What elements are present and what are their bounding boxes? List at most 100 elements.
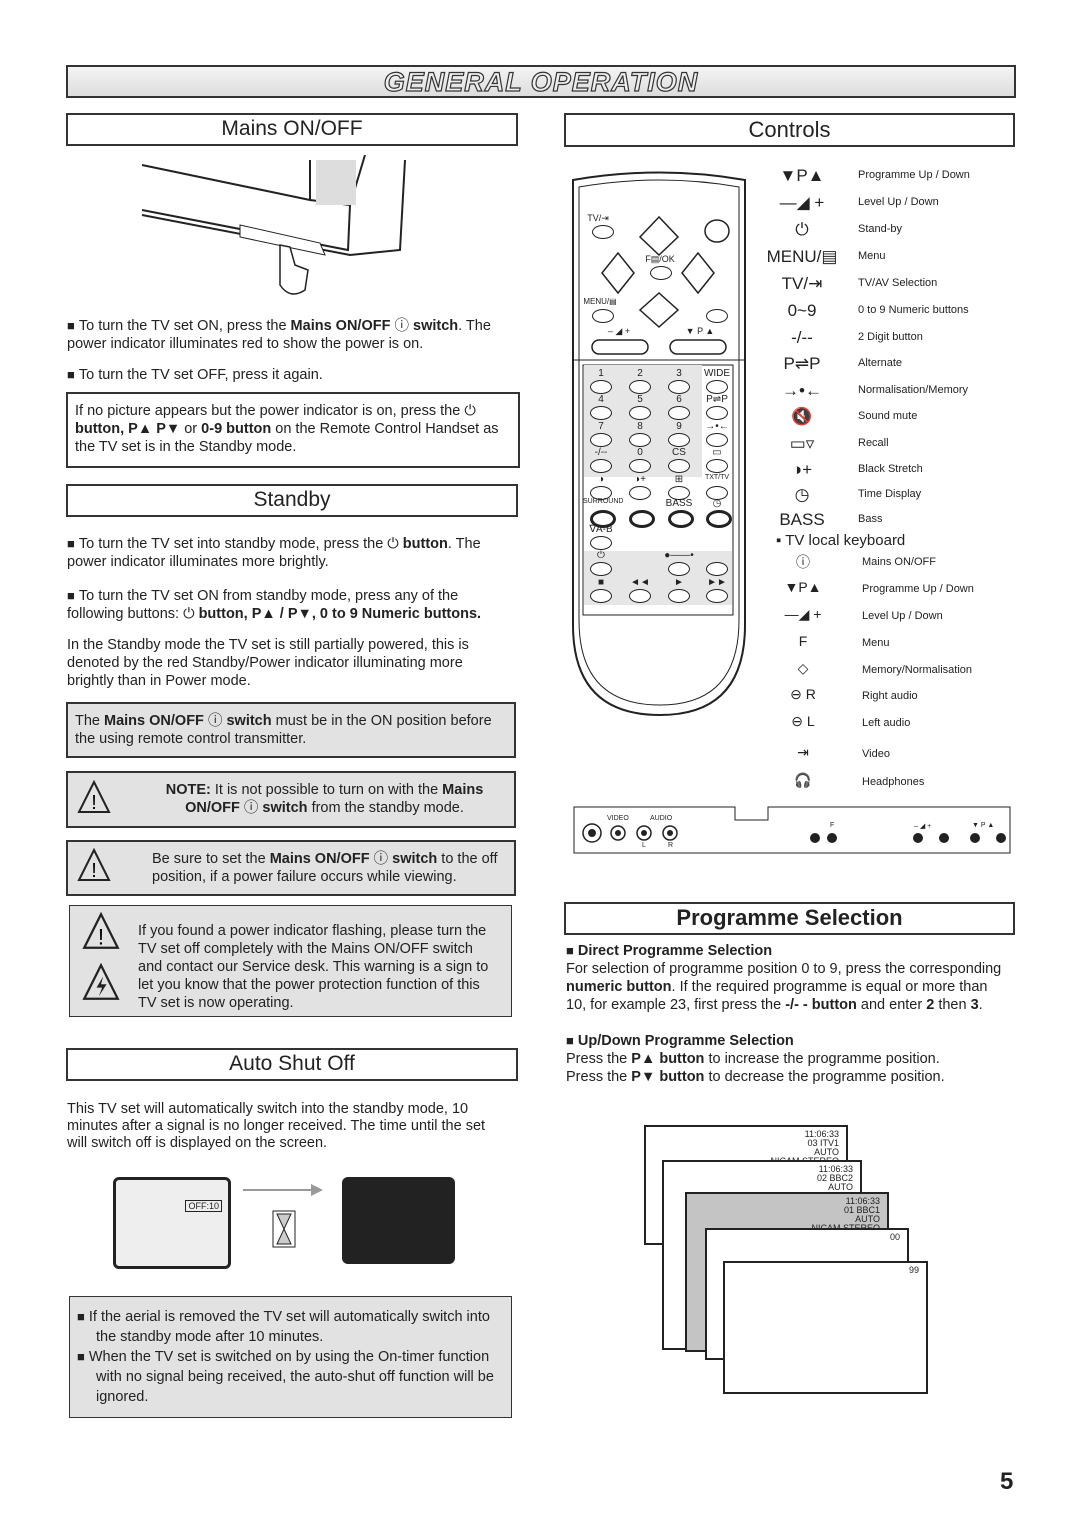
- tvav-button[interactable]: [592, 225, 614, 239]
- remote-key-button[interactable]: [629, 380, 651, 394]
- remote-key-button[interactable]: [668, 380, 690, 394]
- legend-label: Black Stretch: [858, 463, 923, 475]
- off-timer-label: OFF:10: [185, 1200, 222, 1212]
- legend-symbol-icon: ▭▿: [789, 434, 815, 453]
- standby-note-box: The Mains ON/OFF ⓘ switch must be in the…: [66, 702, 516, 758]
- menu-button[interactable]: [592, 309, 614, 323]
- remote-key-label: ●——•: [664, 550, 694, 561]
- panel-label-volume: – ◢ +: [914, 823, 932, 830]
- remote-key-label: WIDE: [703, 368, 731, 379]
- ok-button[interactable]: [650, 266, 672, 280]
- page-title: GENERAL OPERATION: [66, 65, 1016, 98]
- standby-text-1: To turn the TV set into standby mode, pr…: [67, 535, 507, 571]
- osd-line: 03 ITV1: [807, 1138, 839, 1148]
- remote-key-label: -/--: [594, 447, 608, 458]
- legend-symbol-icon: ◷: [794, 485, 810, 504]
- remote-key-button[interactable]: [629, 459, 651, 473]
- remote-key-button[interactable]: [706, 562, 728, 576]
- svg-text:!: !: [98, 924, 104, 949]
- svg-text:!: !: [91, 860, 97, 882]
- remote-key-button[interactable]: [706, 380, 728, 394]
- remote-key-button[interactable]: [668, 562, 690, 576]
- remote-key-button[interactable]: [706, 433, 728, 447]
- remote-key-button[interactable]: [629, 486, 651, 500]
- remote-key-button[interactable]: [668, 459, 690, 473]
- remote-key-label: 2: [637, 368, 643, 379]
- legend-symbol-icon: ⏻: [795, 220, 809, 239]
- legend-label: Time Display: [858, 488, 922, 500]
- local-key-symbol-icon: ⇥: [797, 744, 809, 760]
- legend-label: Alternate: [858, 357, 903, 369]
- remote-key-button[interactable]: [668, 433, 690, 447]
- legend-label: Level Up / Down: [858, 196, 939, 208]
- remote-key-button[interactable]: [668, 406, 690, 420]
- local-key-label: Memory/Normalisation: [862, 664, 973, 676]
- mains-header: Mains ON/OFF: [66, 113, 518, 146]
- warning-box-power-failure: Be sure to set the Mains ON/OFF ⓘ switch…: [66, 840, 516, 896]
- remote-key-button[interactable]: [706, 589, 728, 603]
- remote-key-label: 5: [637, 394, 643, 405]
- remote-key-button[interactable]: [706, 510, 732, 528]
- warning-icon: !: [82, 912, 120, 949]
- remote-key-label: ◑+: [634, 474, 646, 485]
- programme-screen: 99: [723, 1261, 928, 1394]
- updown-text-2: Press the P▼ button to decrease the prog…: [566, 1069, 945, 1085]
- remote-key-label: SURROUND: [583, 498, 624, 505]
- osd-line: 99: [908, 1265, 919, 1275]
- panel-label-video: VIDEO: [607, 815, 629, 822]
- remote-key-button[interactable]: [590, 433, 612, 447]
- remote-key-button[interactable]: [706, 459, 728, 473]
- legend-symbol-icon: ◑+: [791, 460, 813, 479]
- remote-key-label: 3: [676, 368, 682, 379]
- remote-label-programme: ▼ P ▲: [685, 326, 715, 336]
- standby-header: Standby: [66, 484, 518, 517]
- mains-on-text: To turn the TV set ON, press the Mains O…: [67, 317, 507, 353]
- local-key-symbol-icon: F: [798, 633, 808, 649]
- remote-key-button[interactable]: [590, 459, 612, 473]
- note-box: NOTE: It is not possible to turn on with…: [66, 771, 516, 828]
- remote-label-tvav: TV/⇥: [587, 213, 609, 223]
- tv-side-panel-illustration: [573, 806, 1011, 854]
- legend-symbol-icon: BASS: [779, 510, 825, 529]
- legend-label: Menu: [858, 250, 886, 262]
- arrow-icon: [243, 1184, 323, 1196]
- remote-key-button[interactable]: [629, 406, 651, 420]
- mute-button[interactable]: [706, 309, 728, 323]
- local-keyboard-title-text: TV local keyboard: [785, 532, 906, 549]
- remote-key-button[interactable]: [706, 406, 728, 420]
- remote-key-button[interactable]: [590, 589, 612, 603]
- local-key-symbol-icon: ⓘ: [796, 554, 810, 570]
- remote-key-label: ⏻: [597, 550, 605, 561]
- remote-key-button[interactable]: [590, 562, 612, 576]
- tv-screen-osd: OFF:10: [113, 1177, 231, 1269]
- remote-key-button[interactable]: [629, 433, 651, 447]
- remote-key-label: P⇌P: [706, 394, 728, 405]
- remote-key-button[interactable]: [668, 510, 694, 528]
- local-key-label: Programme Up / Down: [862, 583, 974, 595]
- controls-header: Controls: [564, 113, 1015, 147]
- remote-label-menu: MENU/▤: [583, 297, 617, 306]
- note-item: When the TV set is switched on by using …: [89, 1347, 501, 1407]
- legend-symbol-icon: —◢ +: [779, 193, 825, 212]
- mains-off-text: To turn the TV set OFF, press it again.: [67, 366, 323, 384]
- osd-line: 02 BBC2: [816, 1173, 853, 1183]
- legend-label: Programme Up / Down: [858, 169, 970, 181]
- legend-label: 0 to 9 Numeric buttons: [858, 304, 969, 316]
- updown-selection-heading: Up/Down Programme Selection: [566, 1032, 794, 1050]
- remote-key-button[interactable]: [590, 536, 612, 550]
- osd-line: AUTO: [828, 1182, 853, 1192]
- remote-key-button[interactable]: [629, 510, 655, 528]
- page-number: 5: [1000, 1468, 1014, 1495]
- remote-key-button[interactable]: [590, 406, 612, 420]
- panel-label-f: F: [830, 822, 835, 829]
- auto-shut-off-header: Auto Shut Off: [66, 1048, 518, 1081]
- remote-key-label: ■: [597, 577, 605, 588]
- remote-key-button[interactable]: [668, 589, 690, 603]
- panel-label-l: L: [642, 842, 646, 849]
- panel-label-programme: ▼ P ▲: [972, 822, 995, 829]
- remote-key-label: ▭: [712, 447, 722, 458]
- remote-key-button[interactable]: [590, 380, 612, 394]
- remote-label-ok: F▤/OK: [645, 254, 675, 264]
- remote-key-button[interactable]: [629, 589, 651, 603]
- auto-shut-off-text: This TV set will automatically switch in…: [67, 1101, 486, 1151]
